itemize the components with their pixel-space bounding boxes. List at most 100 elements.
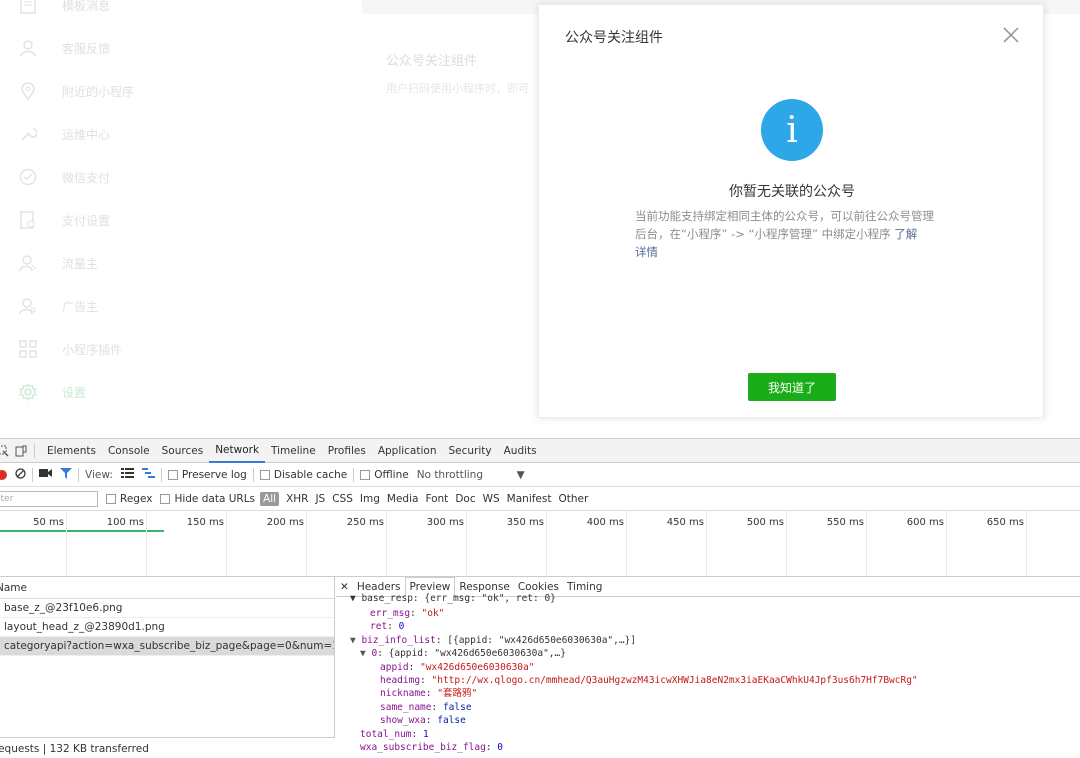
json-line-base-resp[interactable]: ▼ base_resp: {err_msg: "ok", ret: 0}	[350, 592, 556, 605]
learn-more-link[interactable]: 了解	[894, 227, 917, 241]
sidebar-item-label: 流量主	[62, 256, 99, 271]
info-icon: i	[761, 99, 823, 161]
filter-type-all[interactable]: All	[260, 491, 280, 506]
json-line-item-0[interactable]: ▼ 0: {appid: "wx426d650e6030630a",…}	[360, 647, 566, 660]
filter-placeholder: Filter	[0, 493, 14, 504]
filter-type-media[interactable]: Media	[387, 493, 419, 505]
detail-tab-timing[interactable]: Timing	[563, 577, 606, 597]
json-key: ret	[370, 621, 388, 632]
tab-audits[interactable]: Audits	[498, 439, 543, 463]
filter-type-doc[interactable]: Doc	[455, 493, 475, 505]
clear-icon[interactable]	[15, 467, 26, 482]
json-value: "http://wx.qlogo.cn/mmhead/Q3auHgzwzM43i…	[431, 675, 918, 686]
learn-more-link-continued[interactable]: 详情	[635, 245, 658, 259]
filter-type-css[interactable]: CSS	[332, 493, 353, 505]
filter-type-manifest[interactable]: Manifest	[507, 493, 552, 505]
hide-data-urls-checkbox[interactable]: Hide data URLs	[160, 493, 255, 505]
divider	[353, 467, 355, 482]
json-colon: :	[411, 729, 423, 740]
tab-sources[interactable]: Sources	[156, 439, 210, 463]
checkbox-box	[106, 493, 116, 504]
tab-application[interactable]: Application	[372, 439, 443, 463]
filter-input[interactable]: Filter	[0, 490, 98, 507]
close-icon[interactable]	[1001, 25, 1021, 45]
tab-elements[interactable]: Elements	[41, 439, 102, 463]
json-line: nickname: "套路鸦"	[380, 687, 477, 700]
dialog-heading: 你暂无关联的公众号	[729, 184, 855, 200]
gear-icon	[18, 382, 38, 402]
preserve-log-checkbox[interactable]: Preserve log	[167, 469, 247, 481]
list-view-icon[interactable]	[120, 468, 134, 481]
json-colon: :	[425, 688, 438, 699]
timeline-tick-label: 100 ms	[106, 517, 144, 528]
timeline-tick-label: 650 ms	[986, 517, 1024, 528]
sidebar-item-label: 支付设置	[62, 213, 111, 228]
json-value: false	[437, 715, 466, 726]
json-line-biz-info-list[interactable]: ▼ biz_info_list: [{appid: "wx426d650e603…	[350, 634, 636, 647]
tab-console[interactable]: Console	[102, 439, 156, 463]
json-line: total_num: 1	[360, 728, 429, 741]
request-detail-pane: ✕ Headers Preview Response Cookies Timin…	[336, 577, 1080, 758]
json-key: headimg	[380, 675, 421, 686]
column-header-name[interactable]: Name	[0, 577, 334, 599]
filter-type-img[interactable]: Img	[360, 493, 380, 505]
request-waterfall-bar	[0, 530, 164, 532]
tab-network[interactable]: Network	[209, 439, 266, 463]
sidebar-item-plugins[interactable]: 小程序插件	[18, 334, 338, 364]
request-row[interactable]: layout_head_z_@23890d1.png	[0, 618, 334, 637]
timeline-tick-label: 450 ms	[666, 517, 704, 528]
filter-type-other[interactable]: Other	[558, 493, 588, 505]
waterfall-view-icon[interactable]	[141, 468, 155, 481]
json-colon: :	[435, 635, 448, 646]
network-overview-timeline[interactable]: 50 ms 100 ms 150 ms 200 ms 250 ms 300 ms 350 m…	[0, 511, 1080, 577]
divider	[34, 443, 35, 458]
dialog-body-line: 详情	[635, 243, 955, 261]
throttling-select[interactable]: No throttling ▼	[417, 469, 525, 481]
sidebar-item-template-message[interactable]: 模板消息	[18, 0, 338, 20]
json-key: biz_info_list	[361, 635, 436, 646]
device-toggle-icon[interactable]	[14, 444, 28, 458]
sidebar-item-wxpay[interactable]: 微信支付	[18, 162, 338, 192]
timeline-gridline	[146, 511, 147, 576]
tab-security[interactable]: Security	[442, 439, 497, 463]
timeline-tick-label: 500 ms	[746, 517, 784, 528]
pay-icon	[18, 167, 38, 187]
json-preview: ▼ base_resp: {err_msg: "ok", ret: 0} err…	[336, 593, 1080, 758]
json-key: total_num	[360, 729, 412, 740]
view-label: View:	[85, 468, 113, 481]
wrench-icon	[18, 124, 38, 144]
filter-icon[interactable]	[60, 467, 72, 482]
sidebar-item-nearby[interactable]: 附近的小程序	[18, 76, 338, 106]
request-name: layout_head_z_@23890d1.png	[4, 621, 165, 633]
request-row[interactable]: base_z_@23f10e6.png	[0, 599, 334, 618]
sidebar-item-traffic-owner[interactable]: 流量主	[18, 248, 338, 278]
disable-cache-checkbox[interactable]: Disable cache	[259, 469, 347, 481]
filter-type-ws[interactable]: WS	[483, 493, 500, 505]
dialog-body: 当前功能支持绑定相同主体的公众号，可以前往公众号管理 后台，在“小程序” -> …	[635, 207, 955, 261]
record-button[interactable]	[0, 469, 7, 480]
inspect-icon[interactable]	[0, 444, 10, 458]
json-value: "ok"	[421, 608, 445, 619]
filter-type-xhr[interactable]: XHR	[286, 493, 308, 505]
dialog-title: 公众号关注组件	[565, 30, 663, 46]
devtools-tab-bar: Elements Console Sources Network Timelin…	[0, 439, 1080, 463]
request-row-selected[interactable]: categoryapi?action=wxa_subscribe_biz_pag…	[0, 637, 334, 656]
sidebar-item-settings[interactable]: 设置	[18, 377, 338, 407]
sidebar-item-ops[interactable]: 运维中心	[18, 119, 338, 149]
offline-checkbox[interactable]: Offline	[360, 469, 409, 481]
tab-profiles[interactable]: Profiles	[322, 439, 372, 463]
section-title: 公众号关注组件	[386, 54, 478, 69]
json-colon: :	[387, 621, 399, 632]
regex-checkbox[interactable]: Regex	[106, 493, 152, 505]
filter-type-font[interactable]: Font	[425, 493, 448, 505]
filter-type-js[interactable]: JS	[315, 493, 325, 505]
sidebar-item-feedback[interactable]: 客服反馈	[18, 33, 338, 63]
advertiser-icon	[18, 296, 38, 316]
camera-icon[interactable]	[39, 468, 52, 481]
tab-timeline[interactable]: Timeline	[265, 439, 322, 463]
json-value: 1	[422, 729, 429, 740]
sidebar-item-pay-settings[interactable]: 支付设置	[18, 205, 338, 235]
sidebar-item-advertiser[interactable]: 广告主	[18, 291, 338, 321]
got-it-button[interactable]: 我知道了	[748, 373, 836, 401]
timeline-gridline	[386, 511, 387, 576]
